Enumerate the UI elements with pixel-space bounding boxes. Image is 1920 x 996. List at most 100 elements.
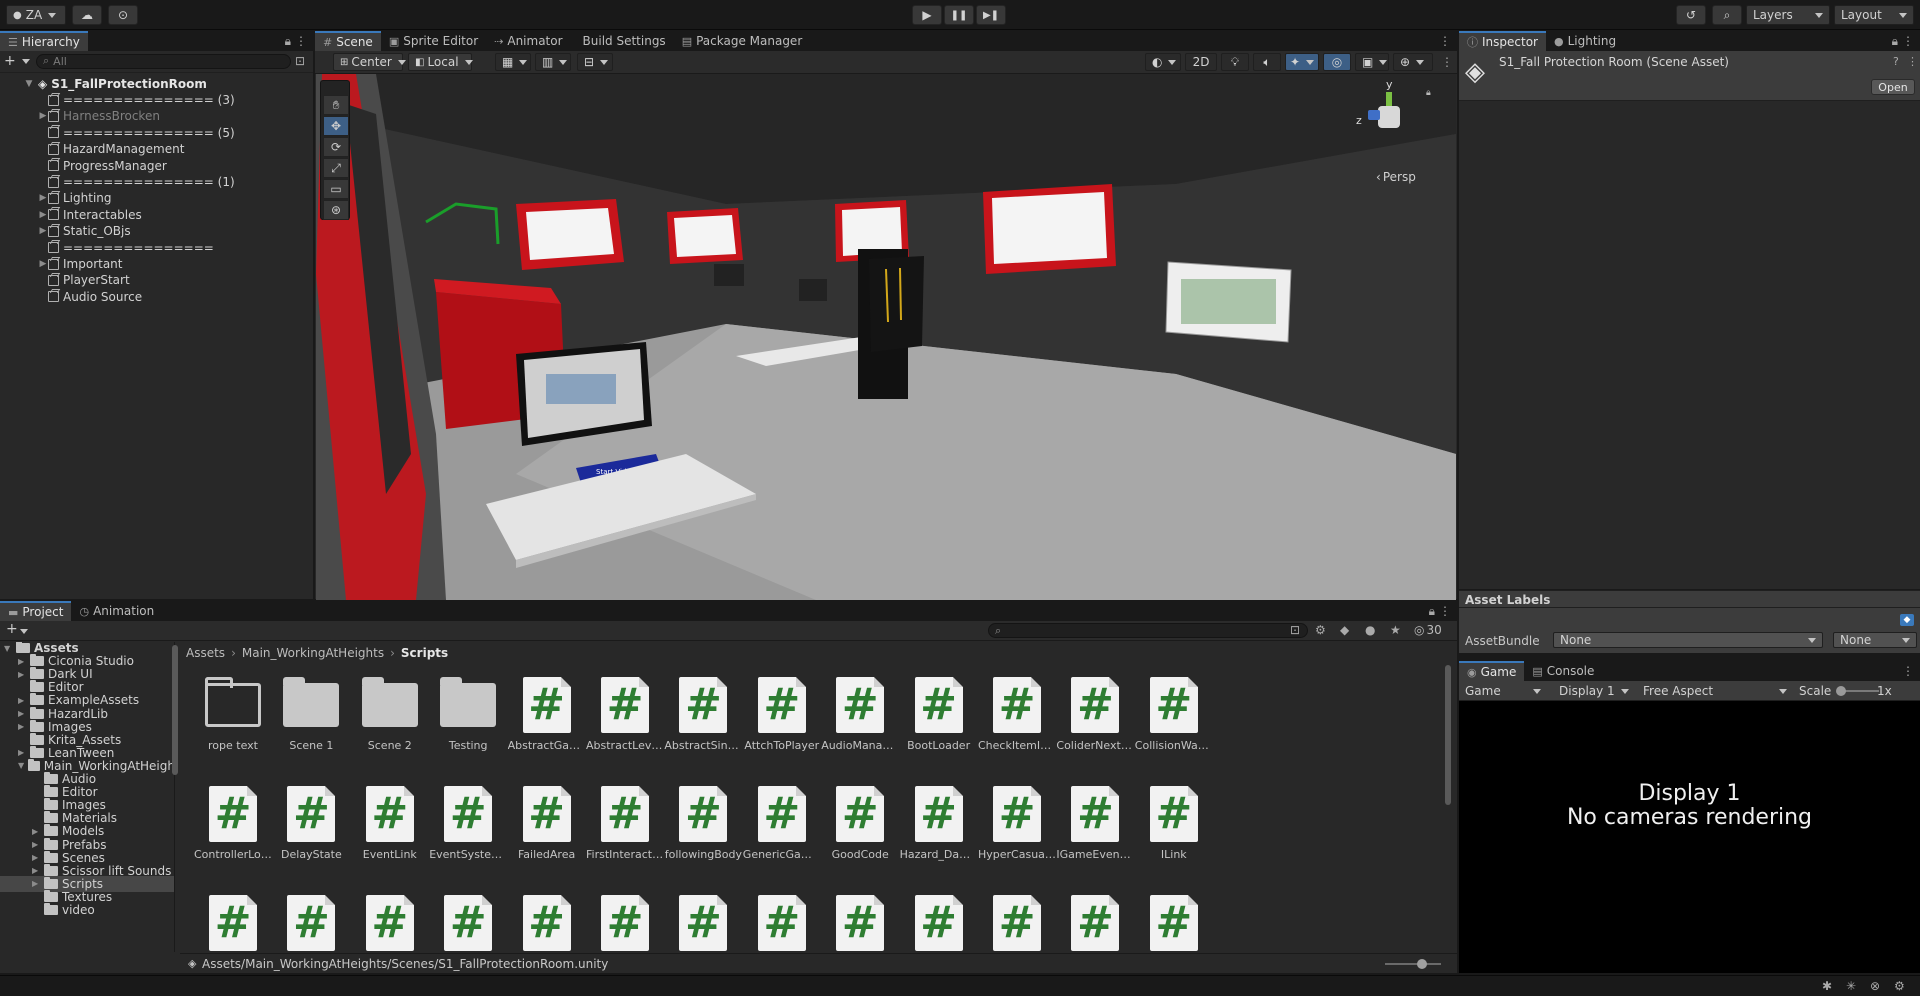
script-asset[interactable]: # ColiderNextW... xyxy=(1056,677,1134,752)
expand-arrow-icon[interactable]: ▶ xyxy=(38,226,48,236)
lighting-bake-icon[interactable]: ⊗ xyxy=(1870,979,1880,993)
expand-arrow-icon[interactable]: ▶ xyxy=(18,670,30,679)
script-asset[interactable]: # Hazard_Dama... xyxy=(900,786,978,861)
aspect-dropdown[interactable]: Free Aspect xyxy=(1637,682,1793,700)
breadcrumb-item[interactable]: Main_WorkingAtHeights xyxy=(242,646,384,660)
inspector-lock-icon[interactable]: 🔒︎ xyxy=(1892,34,1898,49)
script-asset[interactable]: # FirstInteraction xyxy=(586,786,664,861)
hierarchy-item[interactable]: ▶ HarnessBrocken xyxy=(40,108,160,124)
game-menu-icon[interactable]: ⋮ xyxy=(1902,664,1914,678)
script-asset[interactable]: # AbstractLeve... xyxy=(586,677,664,752)
hierarchy-menu-icon[interactable]: ⋮ xyxy=(295,34,307,48)
folder-tree-item[interactable]: video xyxy=(32,902,174,918)
create-icon[interactable]: + xyxy=(6,621,18,637)
snap-dropdown[interactable]: ⊟ xyxy=(577,53,613,71)
script-asset[interactable]: # DelayState xyxy=(272,786,350,861)
favorite-icon[interactable]: ★ xyxy=(1390,623,1401,637)
scene-menu-icon[interactable]: ⋮ xyxy=(1439,34,1451,48)
pause-button[interactable]: ❚❚ xyxy=(944,5,974,25)
filter-type-icon[interactable]: ⚙︎ xyxy=(1315,623,1326,637)
breadcrumb-item[interactable]: Scripts xyxy=(401,646,448,660)
orientation-gizmo[interactable]: y z xyxy=(1356,78,1426,158)
expand-arrow-icon[interactable]: ▶ xyxy=(38,193,48,203)
hierarchy-item[interactable]: =============== (3) xyxy=(48,92,235,108)
script-asset[interactable]: # AbstractSingle... xyxy=(664,677,742,752)
script-asset[interactable]: # xyxy=(1135,895,1213,951)
script-asset[interactable]: # xyxy=(743,895,821,951)
debug-icon[interactable]: ✱ xyxy=(1822,979,1832,993)
asset-bundle-dropdown[interactable]: None xyxy=(1553,632,1823,648)
tab-sprite-editor[interactable]: ▣ Sprite Editor xyxy=(381,31,486,51)
script-asset[interactable]: # GoodCode xyxy=(821,786,899,861)
script-asset[interactable]: # xyxy=(351,895,429,951)
step-button[interactable]: ▶❚ xyxy=(976,5,1006,25)
script-asset[interactable]: # GenericGame... xyxy=(743,786,821,861)
expand-arrow-icon[interactable]: ▶ xyxy=(32,853,44,862)
icon-size-slider-track[interactable] xyxy=(1385,963,1441,965)
script-asset[interactable]: # xyxy=(586,895,664,951)
expand-arrow-icon[interactable]: ▶ xyxy=(32,840,44,849)
folder-asset[interactable]: Scene 2 xyxy=(351,677,429,752)
hierarchy-item[interactable]: =============== (5) xyxy=(48,125,235,141)
hierarchy-item[interactable]: =============== (1) xyxy=(48,174,235,190)
search-button[interactable]: ⌕ xyxy=(1712,5,1742,25)
settings-icon[interactable]: ⋮ xyxy=(1907,55,1918,68)
gizmo-lock-icon[interactable]: 🔒︎ xyxy=(1426,88,1431,98)
game-mode-dropdown[interactable]: Game xyxy=(1459,682,1547,700)
expand-arrow-icon[interactable]: ▶ xyxy=(38,111,48,121)
draw-mode-dropdown[interactable]: ◐ xyxy=(1145,53,1181,71)
tree-scrollbar[interactable] xyxy=(172,645,178,775)
2d-toggle[interactable]: 2D xyxy=(1185,53,1217,71)
breadcrumb-item[interactable]: Assets xyxy=(186,646,225,660)
script-asset[interactable]: # xyxy=(821,895,899,951)
lock-icon[interactable]: 🔒︎ xyxy=(285,34,291,49)
script-asset[interactable]: # IGameEventLi... xyxy=(1056,786,1134,861)
warning-filter-icon[interactable]: ● xyxy=(1365,623,1375,637)
scale-slider-thumb[interactable] xyxy=(1836,686,1846,696)
expand-arrow-icon[interactable]: ▶ xyxy=(38,210,48,220)
script-asset[interactable]: # AbstractGam... xyxy=(508,677,586,752)
cloud-button[interactable]: ☁ xyxy=(72,5,102,25)
script-asset[interactable]: # xyxy=(978,895,1056,951)
script-asset[interactable]: # followingBody xyxy=(664,786,742,861)
hierarchy-item[interactable]: PlayerStart xyxy=(48,272,130,288)
gizmos-dropdown[interactable]: ⊕ xyxy=(1393,53,1433,71)
transform-tool[interactable]: ⊛ xyxy=(323,200,349,220)
tab-hierarchy[interactable]: ☰ Hierarchy xyxy=(0,31,88,51)
expand-arrow-icon[interactable]: ▶ xyxy=(18,657,30,666)
expand-arrow-icon[interactable]: ▶ xyxy=(18,722,30,731)
help-icon[interactable]: ? xyxy=(1893,55,1899,68)
label-tag-icon[interactable]: ◆ xyxy=(1900,614,1914,626)
tab-project[interactable]: ▬ Project xyxy=(0,601,72,621)
script-asset[interactable]: # FailedArea xyxy=(508,786,586,861)
script-asset[interactable]: # xyxy=(429,895,507,951)
project-search-input[interactable]: ⌕ xyxy=(988,623,1308,638)
hand-tool[interactable]: ✋︎ xyxy=(323,95,349,115)
gizmo-cube[interactable] xyxy=(1378,106,1400,128)
hidden-objects-toggle[interactable]: ◎ xyxy=(1323,53,1351,71)
search-by-type-icon[interactable]: ⊡ xyxy=(1290,623,1300,637)
hierarchy-item[interactable]: ▶ Interactables xyxy=(40,207,142,223)
add-dropdown-icon[interactable] xyxy=(22,58,30,64)
space-dropdown[interactable]: ◧ Local xyxy=(408,53,473,71)
hierarchy-search-input[interactable]: ⌕ All xyxy=(36,53,291,69)
inspector-menu-icon[interactable]: ⋮ xyxy=(1902,34,1914,48)
script-asset[interactable]: # BootLoader xyxy=(900,677,978,752)
script-asset[interactable]: # xyxy=(194,895,272,951)
grid-scrollbar[interactable] xyxy=(1445,665,1451,805)
script-asset[interactable]: # CollisionWarni... xyxy=(1135,677,1213,752)
expand-arrow-icon[interactable]: ▶ xyxy=(18,748,30,757)
tab-lighting[interactable]: ● Lighting xyxy=(1546,31,1624,51)
account-dropdown[interactable]: ● ZA xyxy=(6,5,66,25)
camera-dropdown[interactable]: ▣ xyxy=(1355,53,1389,71)
filter-label-icon[interactable]: ◆ xyxy=(1340,623,1349,637)
tab-game[interactable]: ◉ Game xyxy=(1459,661,1525,681)
hierarchy-item[interactable]: ProgressManager xyxy=(48,158,167,174)
expand-arrow-icon[interactable]: ▼ xyxy=(24,79,34,89)
tab-animation[interactable]: ◷ Animation xyxy=(71,601,162,621)
tab-console[interactable]: ▤ Console xyxy=(1524,661,1602,681)
script-asset[interactable]: # xyxy=(272,895,350,951)
effects-dropdown[interactable]: ✦ xyxy=(1285,53,1319,71)
expand-arrow-icon[interactable]: ▼ xyxy=(18,761,28,770)
expand-arrow-icon[interactable]: ▶ xyxy=(32,866,44,875)
